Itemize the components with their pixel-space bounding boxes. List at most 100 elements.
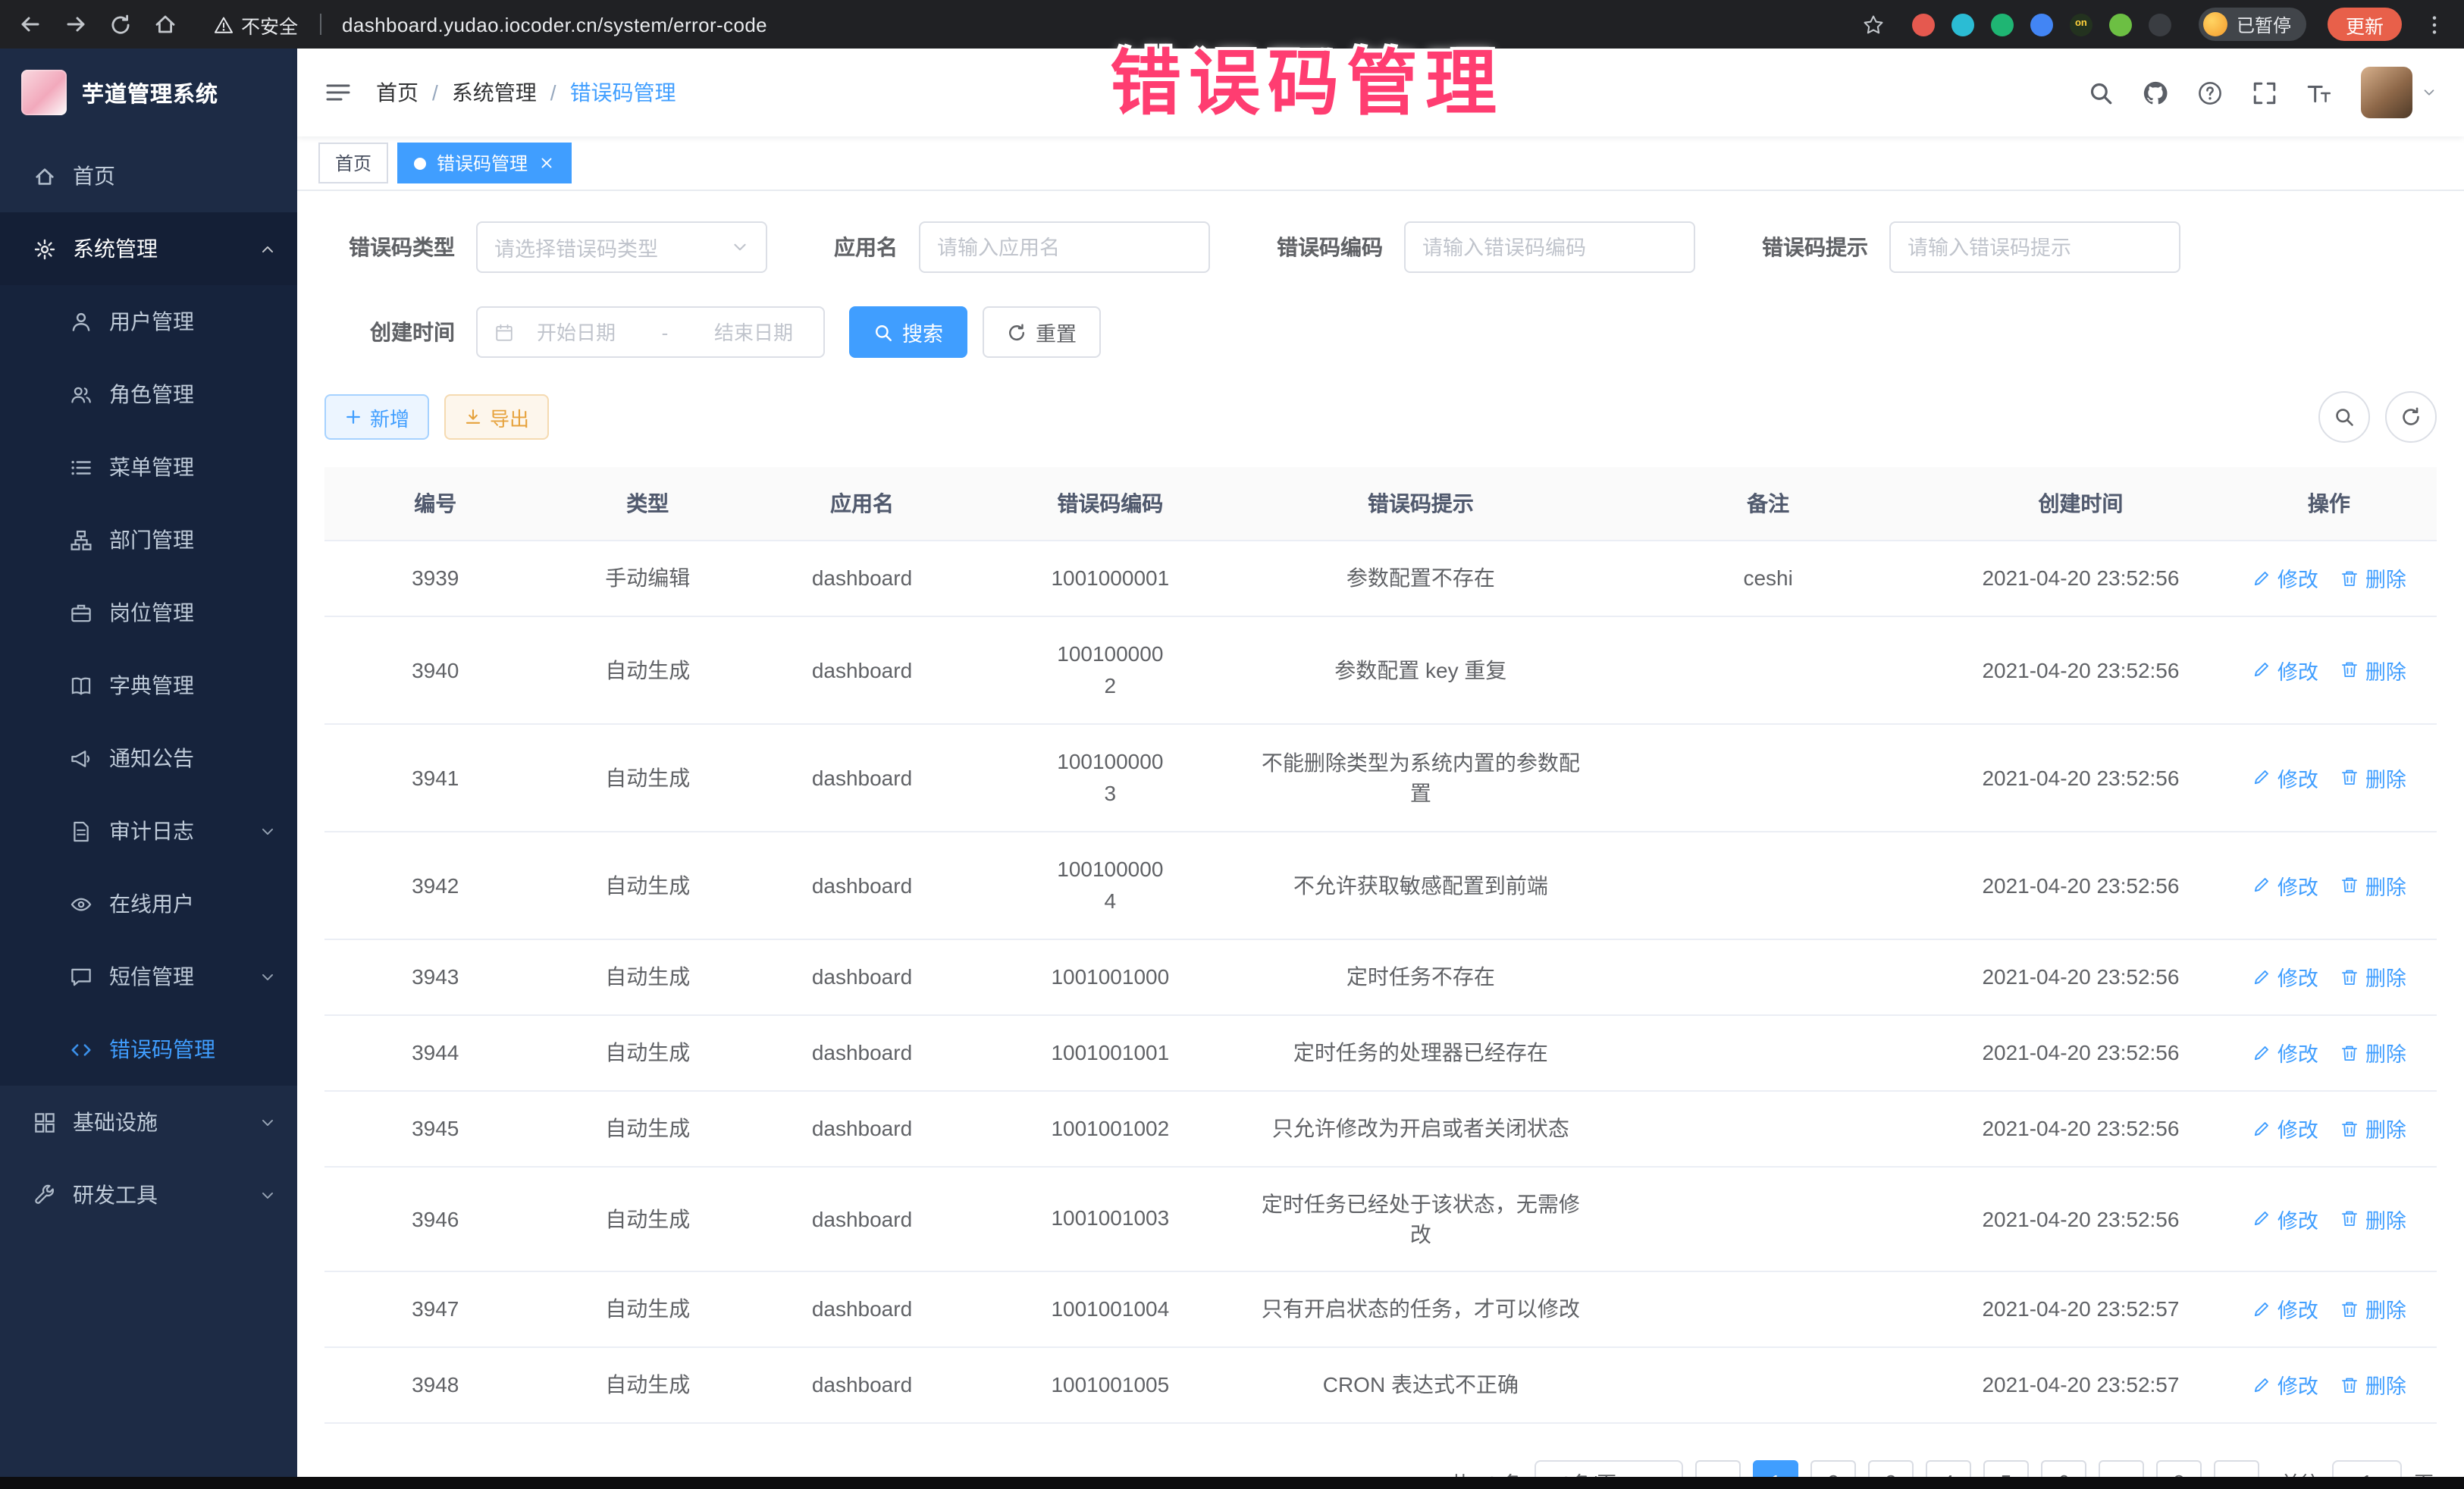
edit-link[interactable]: 修改 bbox=[2252, 762, 2318, 792]
sidebar-item[interactable]: 基础设施 bbox=[0, 1086, 297, 1158]
cell-hint: 只有开启状态的任务，才可以修改 bbox=[1246, 1271, 1596, 1346]
app-logo[interactable]: 芋道管理系统 bbox=[0, 49, 297, 136]
header-search-button[interactable] bbox=[2088, 80, 2114, 105]
cell-hint: 参数配置 key 重复 bbox=[1246, 616, 1596, 723]
sidebar-item[interactable]: 短信管理 bbox=[0, 940, 297, 1013]
next-page-button[interactable] bbox=[2214, 1459, 2259, 1477]
edit-icon bbox=[2252, 1118, 2271, 1138]
cell-hint: 定时任务已经处于该状态，无需修改 bbox=[1246, 1166, 1596, 1271]
sidebar-item[interactable]: 用户管理 bbox=[0, 285, 297, 358]
app-name-input[interactable] bbox=[937, 223, 1192, 271]
edit-link[interactable]: 修改 bbox=[2252, 961, 2318, 992]
help-button[interactable] bbox=[2197, 80, 2223, 105]
delete-link[interactable]: 删除 bbox=[2340, 1203, 2406, 1234]
edit-link[interactable]: 修改 bbox=[2252, 1203, 2318, 1234]
sidebar-item[interactable]: 研发工具 bbox=[0, 1158, 297, 1231]
export-button[interactable]: 导出 bbox=[444, 394, 549, 440]
browser-back-button[interactable] bbox=[18, 12, 42, 36]
sidebar-item[interactable]: 部门管理 bbox=[0, 503, 297, 576]
start-date-input[interactable] bbox=[523, 321, 629, 343]
toggle-search-button[interactable] bbox=[2318, 391, 2370, 443]
page-size-select[interactable]: 10条/页 bbox=[1535, 1459, 1683, 1477]
pagination-page-5[interactable]: 5 bbox=[1983, 1459, 2029, 1477]
edit-link[interactable]: 修改 bbox=[2252, 563, 2318, 593]
cell-remark bbox=[1596, 939, 1940, 1014]
pagination-page-8[interactable]: 8 bbox=[2156, 1459, 2202, 1477]
extension-pin-icon[interactable] bbox=[2149, 13, 2171, 36]
breadcrumb-item-system[interactable]: 系统管理 bbox=[452, 77, 537, 108]
sidebar-item[interactable]: 角色管理 bbox=[0, 358, 297, 431]
goto-page-input[interactable] bbox=[2332, 1459, 2402, 1477]
sidebar-item[interactable]: 首页 bbox=[0, 139, 297, 212]
sidebar-item[interactable]: 通知公告 bbox=[0, 722, 297, 795]
url-text[interactable]: dashboard.yudao.iocoder.cn/system/error-… bbox=[342, 13, 767, 36]
date-range-picker[interactable]: - bbox=[476, 306, 825, 358]
pagination-page-3[interactable]: 3 bbox=[1868, 1459, 1914, 1477]
delete-link[interactable]: 删除 bbox=[2340, 870, 2406, 900]
sidebar-item[interactable]: 菜单管理 bbox=[0, 431, 297, 503]
cell-remark bbox=[1596, 1271, 1940, 1346]
browser-reload-button[interactable] bbox=[109, 13, 132, 36]
delete-link[interactable]: 删除 bbox=[2340, 1293, 2406, 1324]
edit-link[interactable]: 修改 bbox=[2252, 1369, 2318, 1400]
sidebar-item[interactable]: 系统管理 bbox=[0, 212, 297, 285]
security-chip[interactable]: 不安全 bbox=[214, 10, 298, 39]
edit-link[interactable]: 修改 bbox=[2252, 1113, 2318, 1143]
browser-home-button[interactable] bbox=[153, 12, 177, 36]
delete-link[interactable]: 删除 bbox=[2340, 1369, 2406, 1400]
breadcrumb-item-home[interactable]: 首页 bbox=[376, 77, 419, 108]
tab-close-icon[interactable] bbox=[538, 155, 555, 171]
error-code-input[interactable] bbox=[1422, 223, 1677, 271]
extension-red-icon[interactable] bbox=[1912, 13, 1935, 36]
delete-link[interactable]: 删除 bbox=[2340, 1113, 2406, 1143]
prev-page-button[interactable] bbox=[1695, 1459, 1741, 1477]
extension-dark-on-icon[interactable]: on bbox=[2070, 13, 2093, 36]
delete-link[interactable]: 删除 bbox=[2340, 762, 2406, 792]
sidebar-item[interactable]: 错误码管理 bbox=[0, 1013, 297, 1086]
refresh-table-button[interactable] bbox=[2385, 391, 2437, 443]
search-button[interactable]: 搜索 bbox=[849, 306, 967, 358]
edit-link[interactable]: 修改 bbox=[2252, 870, 2318, 900]
user-avatar-menu[interactable] bbox=[2361, 67, 2437, 118]
fullscreen-button[interactable] bbox=[2252, 80, 2277, 105]
sidebar-item[interactable]: 字典管理 bbox=[0, 649, 297, 722]
bookmark-star-button[interactable] bbox=[1862, 13, 1885, 36]
cell-actions: 修改删除 bbox=[2221, 616, 2437, 723]
search-button-label: 搜索 bbox=[902, 317, 943, 347]
edit-link[interactable]: 修改 bbox=[2252, 1037, 2318, 1067]
tab[interactable]: 首页 bbox=[318, 143, 388, 183]
browser-forward-button[interactable] bbox=[64, 12, 88, 36]
sidebar-collapse-button[interactable] bbox=[324, 79, 352, 106]
end-date-input[interactable] bbox=[701, 321, 807, 343]
profile-chip[interactable]: 已暂停 bbox=[2199, 8, 2306, 41]
edit-link[interactable]: 修改 bbox=[2252, 1293, 2318, 1324]
pagination-page-6[interactable]: 6 bbox=[2041, 1459, 2086, 1477]
delete-link[interactable]: 删除 bbox=[2340, 1037, 2406, 1067]
sidebar-item[interactable]: 岗位管理 bbox=[0, 576, 297, 649]
delete-link[interactable]: 删除 bbox=[2340, 563, 2406, 593]
extension-green-leaf-icon[interactable] bbox=[2109, 13, 2132, 36]
delete-link[interactable]: 删除 bbox=[2340, 961, 2406, 992]
font-size-button[interactable] bbox=[2306, 80, 2332, 105]
pagination-page-4[interactable]: 4 bbox=[1926, 1459, 1971, 1477]
tab[interactable]: 错误码管理 bbox=[397, 143, 572, 183]
error-type-select[interactable]: 请选择错误码类型 bbox=[476, 221, 767, 273]
update-button[interactable]: 更新 bbox=[2328, 8, 2402, 41]
reset-button[interactable]: 重置 bbox=[983, 306, 1101, 358]
error-hint-input[interactable] bbox=[1908, 223, 2162, 271]
extension-blue-icon[interactable] bbox=[2030, 13, 2053, 36]
add-button[interactable]: 新增 bbox=[324, 394, 429, 440]
sidebar-item[interactable]: 在线用户 bbox=[0, 867, 297, 940]
column-header: 备注 bbox=[1596, 467, 1940, 540]
reload-icon bbox=[109, 13, 132, 36]
pagination-page-2[interactable]: 2 bbox=[1810, 1459, 1856, 1477]
pagination-more[interactable]: ••• bbox=[2099, 1459, 2144, 1477]
browser-menu-button[interactable] bbox=[2423, 13, 2446, 36]
github-link[interactable] bbox=[2143, 80, 2168, 105]
extension-teal-icon[interactable] bbox=[1951, 13, 1974, 36]
extension-green-v-icon[interactable] bbox=[1991, 13, 2014, 36]
edit-link[interactable]: 修改 bbox=[2252, 654, 2318, 685]
pagination-page-1[interactable]: 1 bbox=[1753, 1459, 1798, 1477]
sidebar-item[interactable]: 审计日志 bbox=[0, 795, 297, 867]
delete-link[interactable]: 删除 bbox=[2340, 654, 2406, 685]
